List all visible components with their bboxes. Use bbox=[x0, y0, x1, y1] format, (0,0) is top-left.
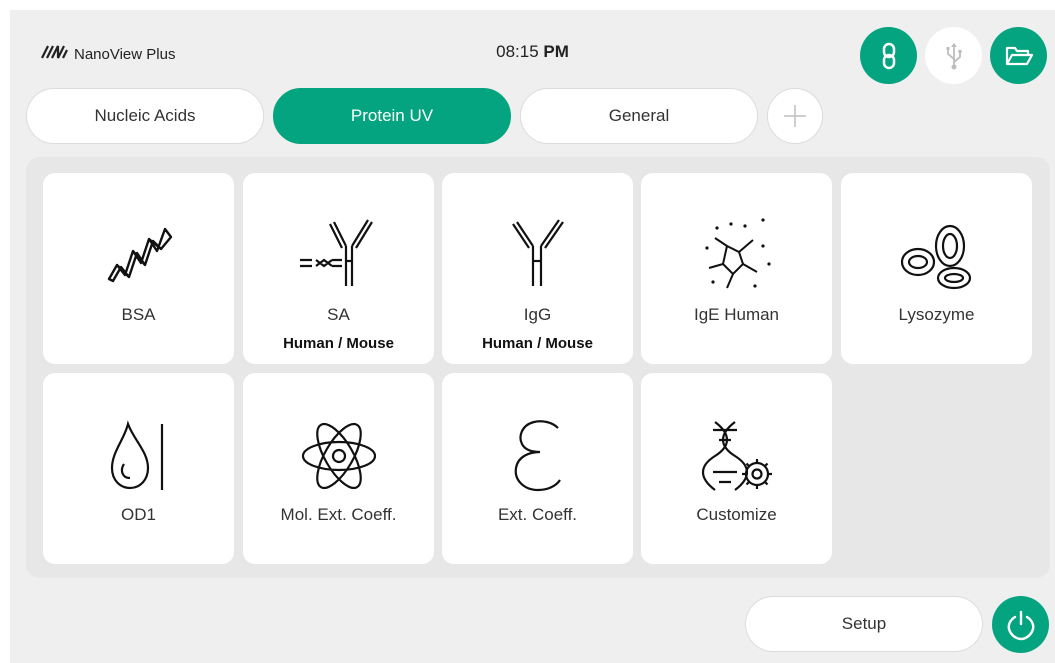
setup-button[interactable]: Setup bbox=[745, 596, 983, 652]
app-label: Mol. Ext. Coeff. bbox=[280, 505, 397, 524]
clock-ampm: PM bbox=[543, 42, 569, 61]
category-tabs: Nucleic Acids Protein UV General bbox=[26, 87, 823, 145]
tab-general[interactable]: General bbox=[520, 88, 758, 144]
folder-icon bbox=[1005, 46, 1033, 65]
ige-molecule-icon bbox=[692, 211, 782, 301]
app-tile-mol-ext-coeff[interactable]: Mol. Ext. Coeff. bbox=[243, 373, 434, 564]
epsilon-icon bbox=[493, 411, 583, 501]
app-label: SA bbox=[327, 305, 350, 324]
clock-time: 08:15 bbox=[496, 42, 539, 61]
drop-icon bbox=[94, 411, 184, 501]
app-label: OD1 bbox=[121, 505, 156, 524]
app-tile-od1[interactable]: OD1 bbox=[43, 373, 234, 564]
app-tile-bsa[interactable]: BSA bbox=[43, 173, 234, 364]
brand-name: NanoView Plus bbox=[74, 45, 176, 63]
brand: NanoView Plus bbox=[40, 43, 175, 65]
add-tab-button[interactable] bbox=[767, 88, 823, 144]
app-grid: BSA SA Human / Mouse IgG Human / Mouse I… bbox=[26, 157, 1050, 578]
app-tile-ige-human[interactable]: IgE Human bbox=[641, 173, 832, 364]
power-button[interactable] bbox=[992, 596, 1049, 653]
app-tile-sa[interactable]: SA Human / Mouse bbox=[243, 173, 434, 364]
status-icons bbox=[860, 27, 1047, 84]
app-tile-customize[interactable]: Customize bbox=[641, 373, 832, 564]
app-label: IgG bbox=[523, 305, 552, 324]
bsa-helix-icon bbox=[94, 211, 184, 301]
files-button[interactable] bbox=[990, 27, 1047, 84]
plus-icon bbox=[784, 105, 806, 127]
app-label: Lysozyme bbox=[898, 305, 975, 324]
app-screen: NanoView Plus 08:15 PM Nucleic Acids Pro… bbox=[10, 10, 1055, 663]
app-label: Customize bbox=[696, 505, 777, 524]
tab-protein-uv[interactable]: Protein UV bbox=[273, 88, 511, 144]
app-sublabel: Human / Mouse bbox=[482, 335, 593, 352]
atom-icon bbox=[294, 411, 384, 501]
app-tile-igg[interactable]: IgG Human / Mouse bbox=[442, 173, 633, 364]
usb-icon bbox=[946, 42, 962, 69]
link-button[interactable] bbox=[860, 27, 917, 84]
app-tile-lysozyme[interactable]: Lysozyme bbox=[841, 173, 1032, 364]
power-icon bbox=[1007, 610, 1034, 640]
tab-nucleic-acids[interactable]: Nucleic Acids bbox=[26, 88, 264, 144]
lysozyme-chain-icon bbox=[892, 211, 982, 301]
sa-antibody-icon bbox=[294, 211, 384, 301]
app-tile-ext-coeff[interactable]: Ext. Coeff. bbox=[442, 373, 633, 564]
dna-gear-icon bbox=[692, 411, 782, 501]
igg-antibody-icon bbox=[493, 211, 583, 301]
app-label: IgE Human bbox=[693, 305, 780, 324]
brand-logo-icon bbox=[40, 44, 68, 65]
app-label: BSA bbox=[121, 305, 156, 324]
usb-button[interactable] bbox=[925, 27, 982, 84]
link-icon bbox=[882, 42, 895, 69]
app-sublabel: Human / Mouse bbox=[283, 335, 394, 352]
app-label: Ext. Coeff. bbox=[497, 505, 578, 524]
